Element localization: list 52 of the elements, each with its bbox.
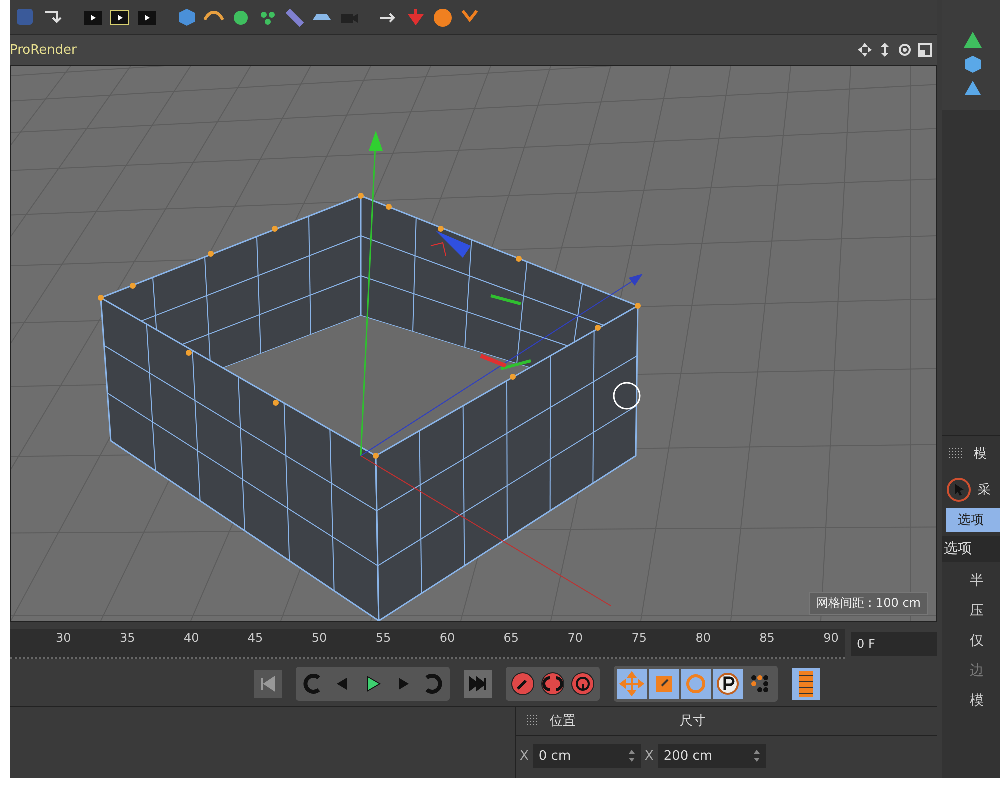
value-field[interactable]: 0 cm — [532, 744, 641, 768]
wall-mesh-drawing[interactable] — [98, 193, 641, 621]
frame-field[interactable]: 0 F — [851, 632, 937, 656]
viewport[interactable]: 网格间距 : 100 cm — [10, 65, 937, 622]
tab[interactable]: 选项 — [946, 508, 1000, 532]
tick-label: 45 — [248, 630, 264, 645]
brush-cursor-icon — [613, 382, 641, 410]
tick-label: 65 — [504, 630, 520, 645]
panel-title: 模 — [974, 446, 987, 463]
section-header: 选项 — [942, 536, 1000, 562]
timeline-ruler[interactable]: 30 35 40 45 50 55 60 65 70 75 80 85 90 — [10, 629, 845, 659]
pan-icon[interactable] — [857, 42, 873, 58]
parameter-tool-button[interactable] — [713, 669, 743, 699]
property-label: 模 — [969, 692, 985, 711]
cube-icon[interactable] — [962, 54, 984, 74]
tick-label: 70 — [568, 630, 584, 645]
parameter-icon — [714, 670, 742, 698]
renderer-label: ProRender — [10, 42, 77, 58]
tick-label: 40 — [184, 630, 200, 645]
orbit-icon[interactable] — [897, 42, 913, 58]
mode-label: 采 — [978, 482, 991, 499]
tick-label: 90 — [824, 630, 839, 645]
maximize-icon[interactable] — [917, 42, 933, 58]
tick-label: 55 — [376, 630, 392, 645]
property-label: 边 — [969, 662, 985, 681]
spinner-icon[interactable] — [754, 750, 760, 762]
tick-label: 50 — [312, 630, 328, 645]
move-icon — [618, 670, 646, 698]
pointer-icon[interactable] — [946, 477, 972, 503]
tick-label: 85 — [760, 630, 775, 645]
grip-icon[interactable] — [526, 714, 540, 728]
column-header: 尺寸 — [680, 713, 707, 730]
axis-label: X — [644, 748, 654, 764]
go-to-start-icon[interactable] — [254, 670, 282, 698]
pyramid-icon[interactable] — [962, 30, 984, 50]
tick-label: 35 — [120, 630, 136, 645]
property-label: 半 — [969, 572, 985, 591]
property-label: 压 — [969, 602, 985, 621]
spinner-icon[interactable] — [628, 750, 635, 762]
grip-icon[interactable] — [948, 447, 964, 461]
grid-spacing-label: 网格间距 : 100 cm — [809, 592, 928, 615]
property-label: 仅 — [969, 632, 985, 651]
go-to-end-icon[interactable] — [464, 670, 492, 698]
axis-label: X — [520, 748, 529, 764]
film-strip-icon[interactable] — [792, 668, 820, 700]
column-header: 位置 — [550, 713, 577, 730]
axis-gizmo-drawing[interactable] — [360, 131, 643, 606]
tick-label: 75 — [632, 630, 647, 645]
tick-label: 30 — [56, 630, 72, 645]
value-field[interactable]: 200 cm — [658, 744, 766, 768]
tick-label: 60 — [440, 630, 456, 645]
tick-label: 80 — [696, 630, 711, 645]
